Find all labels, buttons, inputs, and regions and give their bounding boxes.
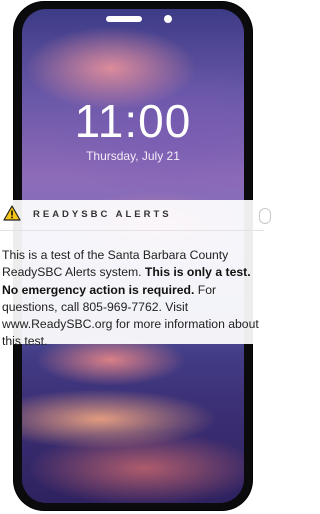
alert-title: READYSBC ALERTS <box>33 209 172 220</box>
phone-camera <box>164 15 172 23</box>
app-icon <box>259 208 271 224</box>
phone-speaker <box>106 16 142 22</box>
warning-icon <box>3 205 21 221</box>
emergency-alert-notification[interactable]: READYSBC ALERTS This is a test of the Sa… <box>0 200 271 348</box>
lock-screen-time: 11:00 <box>74 95 192 147</box>
alert-header: READYSBC ALERTS <box>0 200 271 231</box>
alert-message: This is a test of the Santa Barbara Coun… <box>2 247 264 351</box>
lock-screen-date: Thursday, July 21 <box>86 149 180 163</box>
